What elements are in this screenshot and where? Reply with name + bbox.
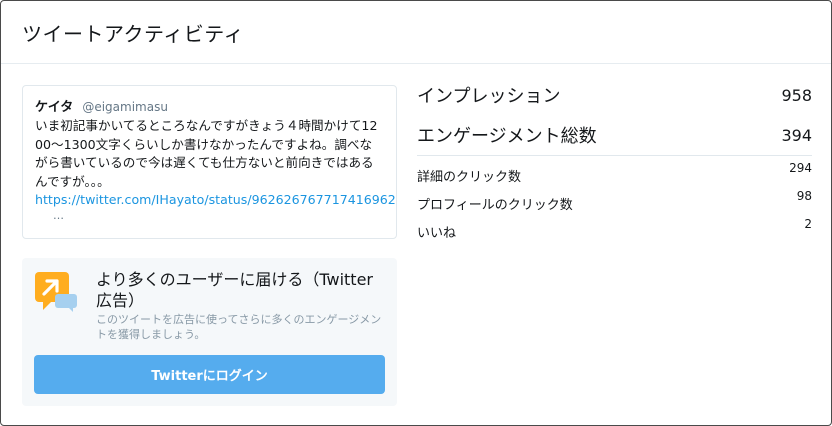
tweet-text: いま初記事かいてるところなんですがきょう４時間かけて1200～1300文字くらい…: [35, 118, 378, 189]
likes-label: いいね: [417, 226, 457, 241]
promote-megaphone-icon: [35, 272, 77, 312]
profile-clicks-label: プロフィールのクリック数: [417, 198, 573, 213]
profile-clicks-value: 98: [796, 189, 812, 203]
likes-value: 2: [804, 217, 812, 231]
twitter-login-button[interactable]: Twitterにログイン: [34, 355, 385, 394]
detail-clicks-value: 294: [789, 161, 812, 175]
modal-title: ツイートアクティビティ: [22, 22, 245, 46]
tweet-card[interactable]: ケイタ @eigamimasu いま初記事かいてるところなんですがきょう４時間か…: [22, 85, 397, 239]
engagements-label: エンゲージメント総数: [417, 126, 597, 147]
promote-description: このツイートを広告に使ってさらに多くのエンゲージメントを獲得しましょう。: [96, 313, 382, 341]
tweet-ellipsis: …: [53, 208, 64, 222]
detail-clicks-label: 詳細のクリック数: [417, 170, 522, 185]
detail-clicks-row: 詳細のクリック数 294: [417, 161, 812, 186]
modal-header: ツイートアクティビティ: [1, 1, 831, 64]
promote-card: より多くのユーザーに届ける（Twitter広告） このツイートを広告に使ってさら…: [22, 258, 397, 406]
stats-divider: [417, 155, 812, 156]
tweet-author-name[interactable]: ケイタ: [35, 100, 73, 115]
tweet-header: ケイタ @eigamimasu: [35, 96, 384, 116]
engagements-row: エンゲージメント総数 394: [417, 123, 812, 148]
impressions-row: インプレッション 958: [417, 83, 812, 108]
tweet-activity-modal: ツイートアクティビティ ケイタ @eigamimasu いま初記事かいてるところ…: [0, 0, 832, 426]
promote-title: より多くのユーザーに届ける（Twitter広告）: [96, 270, 373, 310]
profile-clicks-row: プロフィールのクリック数 98: [417, 189, 812, 214]
likes-row: いいね 2: [417, 217, 812, 242]
tweet-author-handle[interactable]: @eigamimasu: [82, 100, 168, 114]
engagements-value: 394: [781, 125, 812, 145]
impressions-label: インプレッション: [417, 86, 561, 107]
impressions-value: 958: [781, 85, 812, 105]
tweet-link[interactable]: https://twitter.com/IHayato/status/96262…: [35, 191, 396, 210]
